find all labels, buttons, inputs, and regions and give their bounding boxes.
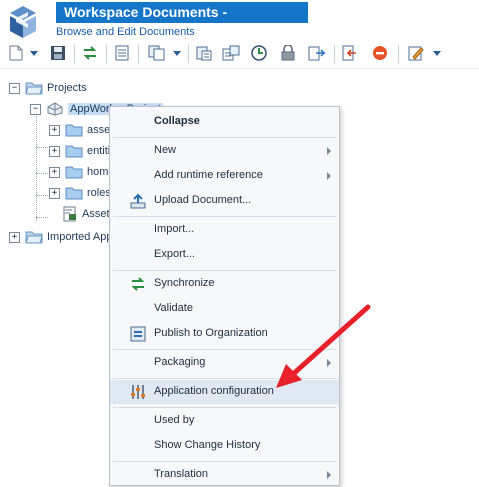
submenu-arrow-icon: [327, 471, 331, 479]
document-lock-icon: [63, 206, 76, 222]
menu-item-packaging[interactable]: Packaging: [110, 351, 339, 375]
close-icon[interactable]: [372, 44, 388, 62]
menu-item-add-runtime-reference[interactable]: Add runtime reference: [110, 164, 339, 188]
folder-icon: [65, 145, 83, 158]
menu-item-label: Application configuration: [154, 385, 274, 397]
copy-dropdown-icon[interactable]: [172, 44, 182, 62]
folder-icon: [65, 187, 83, 200]
menu-item-export[interactable]: Export...: [110, 243, 339, 267]
menu-item-label: Show Change History: [154, 439, 261, 451]
menu-item-label: New: [154, 144, 177, 156]
folder-open-icon: [25, 231, 43, 244]
paste-icon[interactable]: [196, 44, 212, 62]
menu-item-new[interactable]: New: [110, 139, 339, 163]
new-dropdown-icon[interactable]: [29, 44, 39, 62]
history-icon[interactable]: [250, 44, 268, 62]
menu-item-label: Add runtime reference: [154, 169, 263, 181]
copy-icon[interactable]: [148, 44, 166, 62]
collapse-toggle[interactable]: −: [30, 103, 41, 115]
menu-item-label: Import...: [154, 223, 195, 235]
tree-node-projects[interactable]: − Projects: [9, 79, 87, 97]
configuration-sliders-icon: [131, 385, 145, 399]
expand-toggle[interactable]: +: [49, 145, 60, 157]
new-document-icon[interactable]: [8, 44, 24, 62]
menu-item-label: Translation: [154, 468, 209, 480]
expand-toggle[interactable]: +: [49, 166, 60, 178]
lock-icon[interactable]: [280, 44, 296, 62]
menu-item-application-configuration[interactable]: Application configuration: [110, 380, 339, 404]
menu-item-collapse[interactable]: Collapse: [110, 110, 339, 134]
tree-node-assets-document[interactable]: Assets: [62, 205, 115, 223]
menu-item-label: Validate: [154, 302, 193, 314]
expand-toggle[interactable]: +: [49, 124, 60, 136]
menu-item-label: Collapse: [154, 115, 200, 127]
app-logo-icon: [6, 4, 40, 40]
tree-label-projects: Projects: [47, 82, 87, 94]
page-title: Workspace Documents - AW_DEV_WS: [56, 2, 308, 41]
synchronize-icon: [131, 277, 145, 291]
export-icon[interactable]: [342, 44, 358, 62]
edit-icon[interactable]: [408, 44, 424, 62]
menu-item-label: Publish to Organization: [154, 327, 268, 339]
submenu-arrow-icon: [327, 172, 331, 180]
properties-icon[interactable]: [222, 44, 240, 62]
expand-toggle[interactable]: +: [49, 187, 60, 199]
toolbar: [0, 40, 479, 69]
tree-label: roles: [87, 187, 111, 199]
menu-item-synchronize[interactable]: Synchronize: [110, 272, 339, 296]
expand-toggle[interactable]: +: [9, 231, 20, 243]
menu-item-label: Export...: [154, 248, 195, 260]
folder-open-icon: [25, 82, 43, 95]
document-icon[interactable]: [114, 44, 130, 62]
collapse-toggle[interactable]: −: [9, 82, 20, 94]
publish-icon: [130, 326, 146, 342]
project-icon: [47, 102, 63, 116]
context-menu: Collapse New Add runtime reference Uploa…: [109, 106, 340, 486]
folder-icon: [65, 124, 83, 137]
menu-item-label: Upload Document...: [154, 194, 252, 206]
menu-item-validate[interactable]: Validate: [110, 297, 339, 321]
menu-item-show-change-history[interactable]: Show Change History: [110, 434, 339, 458]
tree-node-home-folder[interactable]: + home: [49, 163, 115, 181]
menu-item-import[interactable]: Import...: [110, 218, 339, 242]
menu-item-publish[interactable]: Publish to Organization: [110, 322, 339, 346]
menu-item-upload-document[interactable]: Upload Document...: [110, 189, 339, 213]
menu-item-label: Synchronize: [154, 277, 215, 289]
page-subtitle: Browse and Edit Documents: [56, 26, 195, 38]
synchronize-icon[interactable]: [82, 44, 98, 62]
upload-icon: [130, 193, 146, 209]
submenu-arrow-icon: [327, 147, 331, 155]
submenu-arrow-icon: [327, 359, 331, 367]
edit-dropdown-icon[interactable]: [432, 44, 442, 62]
unlock-icon[interactable]: [308, 44, 326, 62]
tree-node-roles-folder[interactable]: + roles: [49, 184, 111, 202]
menu-item-translation[interactable]: Translation: [110, 463, 339, 487]
folder-icon: [65, 166, 83, 179]
save-icon[interactable]: [50, 44, 66, 62]
menu-item-label: Used by: [154, 414, 195, 426]
menu-item-used-by[interactable]: Used by: [110, 409, 339, 433]
menu-item-label: Packaging: [154, 356, 206, 368]
